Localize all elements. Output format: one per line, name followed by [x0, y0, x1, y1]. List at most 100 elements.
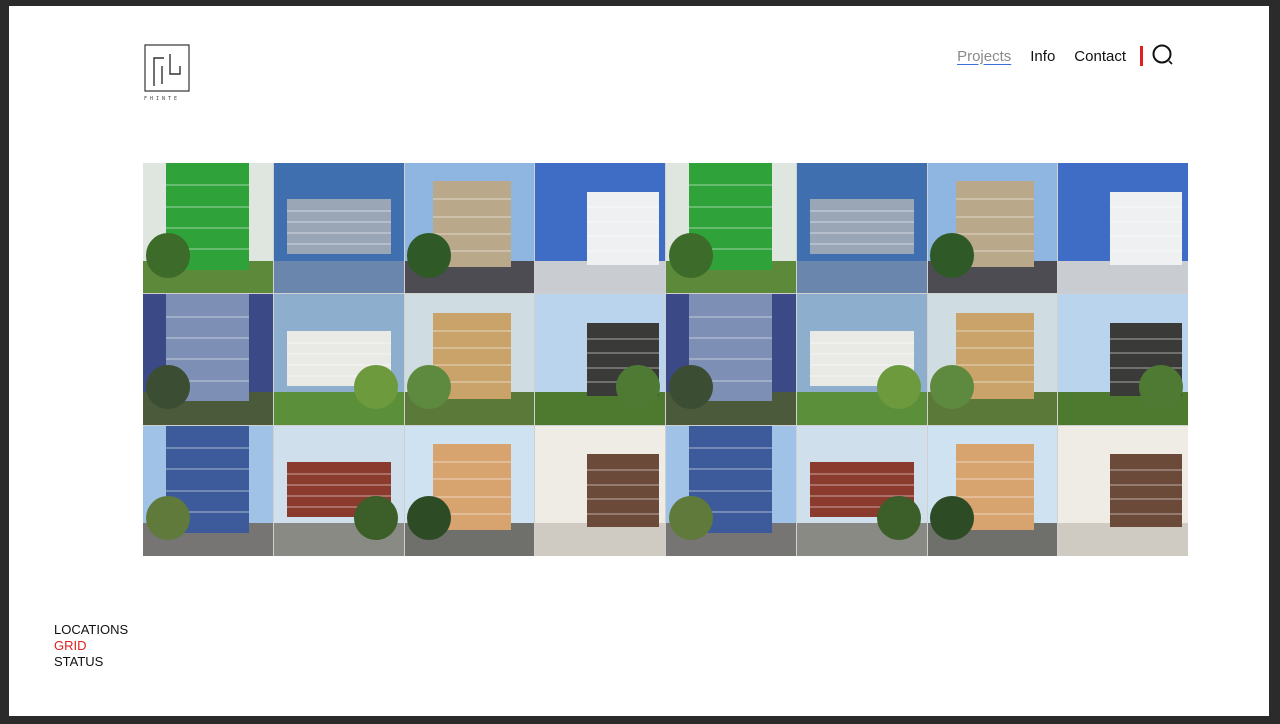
tile-floor-line: [433, 461, 511, 464]
project-tile-glass-office-reflection[interactable]: [796, 163, 927, 294]
tile-ground: [1058, 523, 1188, 556]
project-tile-green-facade[interactable]: [143, 163, 273, 294]
tile-floor-line: [587, 250, 659, 253]
tile-floor-line: [587, 468, 659, 471]
project-tile-curved-glass-tower[interactable]: [143, 425, 273, 556]
tile-floor-line: [689, 315, 773, 318]
project-tile-stacked-tower[interactable]: [927, 294, 1058, 425]
tile-building: [587, 454, 659, 528]
project-tile-red-stair-building[interactable]: [796, 425, 927, 556]
project-tile-red-stair-building[interactable]: [273, 425, 404, 556]
project-tile-stacked-tower[interactable]: [404, 294, 535, 425]
project-tile-timber-apartments[interactable]: [927, 425, 1058, 556]
tile-floor-line: [689, 184, 773, 187]
project-tile-green-facade[interactable]: [666, 163, 796, 294]
tile-tree: [615, 364, 660, 410]
tile-tree: [145, 496, 190, 541]
tile-floor-line: [433, 346, 511, 349]
project-tile-white-school[interactable]: [796, 294, 927, 425]
tile-floor-line: [587, 235, 659, 238]
tile-floor-line: [956, 215, 1034, 218]
tile-floor-line: [689, 205, 773, 208]
tile-floor-line: [286, 221, 391, 224]
search-icon[interactable]: [1151, 43, 1177, 69]
tile-floor-line: [587, 206, 659, 209]
tile-tree: [668, 233, 713, 278]
tile-floor-line: [286, 352, 391, 355]
tile-floor-line: [956, 495, 1034, 498]
logo-mark-icon: [144, 44, 190, 92]
tile-floor-line: [809, 221, 914, 224]
tile-floor-line: [809, 473, 914, 476]
tile-floor-line: [286, 473, 391, 476]
tile-floor-line: [956, 364, 1034, 367]
project-tile-spiral-stair-block[interactable]: [535, 294, 665, 425]
project-tile-glass-dome[interactable]: [666, 294, 796, 425]
tile-tree: [668, 364, 713, 410]
tile-floor-line: [1110, 468, 1182, 471]
project-tile-white-houses[interactable]: [535, 163, 665, 294]
tile-floor-line: [956, 198, 1034, 201]
tile-ground: [535, 260, 665, 294]
project-tile-curved-glass-tower[interactable]: [666, 425, 796, 556]
logo-text: FHINTE: [144, 96, 181, 102]
tile-floor-line: [1110, 498, 1182, 501]
nav-info[interactable]: Info: [1030, 48, 1055, 65]
project-tile-white-school[interactable]: [273, 294, 404, 425]
tile-floor-line: [166, 227, 250, 230]
filter-status[interactable]: STATUS: [54, 654, 128, 670]
tile-floor-line: [1110, 250, 1182, 253]
tile-tree: [1138, 364, 1183, 410]
tile-floor-line: [166, 337, 250, 340]
tile-building: [286, 199, 391, 255]
main-nav: Projects Info Contact: [938, 43, 1177, 69]
tile-floor-line: [689, 468, 773, 471]
project-tile-glass-dome[interactable]: [143, 294, 273, 425]
project-tile-interior-lobby[interactable]: [535, 425, 665, 556]
project-tile-interior-lobby[interactable]: [1058, 425, 1188, 556]
tile-floor-line: [689, 227, 773, 230]
tile-floor-line: [1110, 483, 1182, 486]
project-tile-glass-office-reflection[interactable]: [273, 163, 404, 294]
tile-floor-line: [587, 337, 659, 340]
tile-floor-line: [1110, 235, 1182, 238]
tile-floor-line: [956, 478, 1034, 481]
tile-floor-line: [166, 358, 250, 361]
filter-locations[interactable]: LOCATIONS: [54, 622, 128, 638]
tile-floor-line: [689, 337, 773, 340]
tile-floor-line: [809, 352, 914, 355]
nav-projects[interactable]: Projects: [957, 48, 1011, 65]
logo[interactable]: FHINTE: [144, 44, 192, 104]
tile-floor-line: [166, 184, 250, 187]
project-tile-timber-apartments[interactable]: [404, 425, 535, 556]
tile-floor-line: [1110, 352, 1182, 355]
tile-tree: [145, 233, 190, 278]
tile-floor-line: [433, 329, 511, 332]
tile-ground: [535, 523, 665, 556]
nav-contact[interactable]: Contact: [1074, 48, 1126, 65]
tile-floor-line: [956, 232, 1034, 235]
project-tile-aahhh-oh-tower[interactable]: [927, 163, 1058, 294]
tile-floor-line: [689, 447, 773, 450]
tile-floor-line: [166, 315, 250, 318]
tile-tree: [668, 496, 713, 541]
tile-tree: [407, 364, 452, 410]
tile-floor-line: [956, 461, 1034, 464]
project-tile-aahhh-oh-tower[interactable]: [404, 163, 535, 294]
tile-floor-line: [433, 232, 511, 235]
tile-tree: [407, 233, 452, 278]
tile-floor-line: [166, 468, 250, 471]
tile-floor-line: [433, 478, 511, 481]
tile-floor-line: [587, 220, 659, 223]
nav-divider: [1140, 46, 1143, 66]
project-tile-spiral-stair-block[interactable]: [1058, 294, 1188, 425]
tile-floor-line: [587, 483, 659, 486]
tile-building: [1110, 191, 1182, 265]
tile-floor-line: [166, 205, 250, 208]
filter-grid[interactable]: GRID: [54, 638, 128, 654]
tile-floor-line: [587, 512, 659, 515]
project-tile-white-houses[interactable]: [1058, 163, 1188, 294]
tile-building: [587, 191, 659, 265]
tile-floor-line: [809, 341, 914, 344]
tile-building: [809, 199, 914, 255]
